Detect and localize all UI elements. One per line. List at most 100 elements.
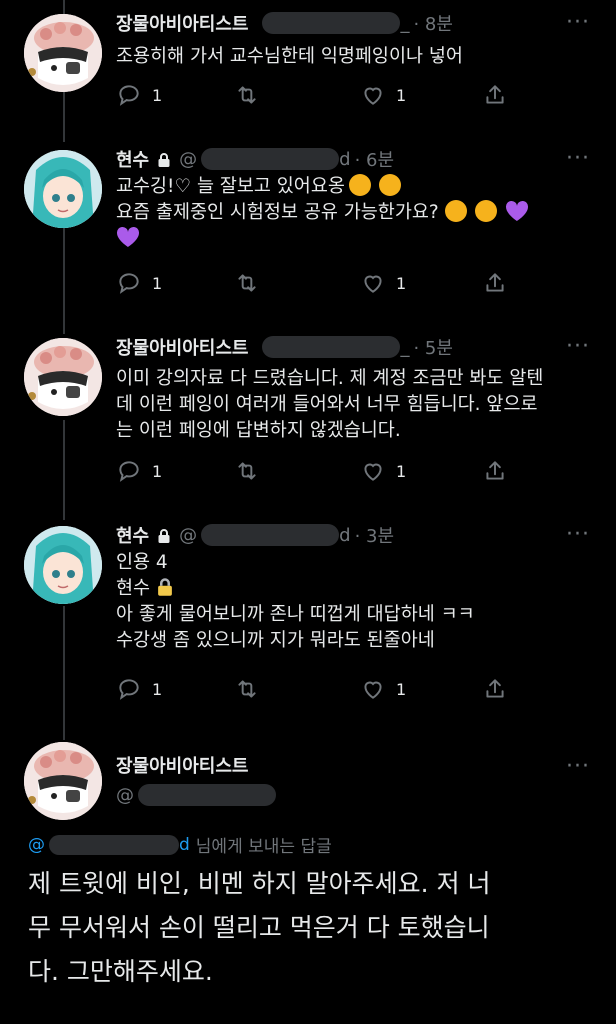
lock-icon xyxy=(158,529,170,543)
like-count: 1 xyxy=(396,679,407,699)
like-button[interactable]: 1 xyxy=(360,458,406,484)
retweet-button[interactable] xyxy=(234,270,260,296)
share-button[interactable] xyxy=(482,458,508,484)
display-name[interactable]: 장물아비아티스트 xyxy=(116,10,248,36)
handle[interactable]: _ xyxy=(256,336,409,358)
text-line: 이미 강의자료 다 드렸습니다. 제 계정 조금만 봐도 알텐 xyxy=(116,368,544,389)
redacted-handle xyxy=(262,336,401,358)
handle-prefix: @ xyxy=(179,148,198,170)
retweet-icon xyxy=(238,462,256,480)
tweet-text: 인용 4 현수 아 좋게 물어보니까 존나 띠껍게 대답하네 ㅋㅋ 수강생 좀 … xyxy=(116,550,592,654)
timestamp[interactable]: · 5분 xyxy=(413,334,452,360)
reply-icon xyxy=(119,85,139,106)
like-button[interactable]: 1 xyxy=(360,270,406,296)
text-line: 현수 xyxy=(116,578,151,599)
display-name[interactable]: 현수 xyxy=(116,146,149,172)
reply-icon xyxy=(119,273,139,294)
handle-tail: d xyxy=(339,148,351,170)
lock-icon xyxy=(158,153,170,167)
reply-count: 1 xyxy=(152,85,163,105)
avatar[interactable] xyxy=(24,338,102,416)
tweet-header: 현수 @ d · 3분 xyxy=(116,522,596,548)
reply-button[interactable]: 1 xyxy=(116,82,162,108)
pleading-emoji-icon xyxy=(444,200,467,222)
retweet-button[interactable] xyxy=(234,82,260,108)
share-button[interactable] xyxy=(482,676,508,702)
retweet-button[interactable] xyxy=(234,676,260,702)
tweet-text: 조용히해 가서 교수님한테 익명페잉이나 넣어 xyxy=(116,44,592,70)
handle[interactable]: @ xyxy=(116,784,276,806)
more-icon[interactable]: ··· xyxy=(566,12,590,34)
action-bar: 1 1 xyxy=(116,458,596,484)
reply-to-line: @ d 님에게 보내는 답글 xyxy=(28,832,332,857)
reply-to-tail[interactable]: d xyxy=(179,835,190,855)
avatar[interactable] xyxy=(24,14,102,92)
handle[interactable]: _ xyxy=(256,12,409,34)
reply-icon xyxy=(119,679,139,700)
timestamp[interactable]: · 6분 xyxy=(355,146,394,172)
tweet-header: 장물아비아티스트 xyxy=(116,752,596,778)
display-name[interactable]: 장물아비아티스트 xyxy=(116,334,248,360)
action-bar: 1 1 xyxy=(116,82,596,108)
avatar[interactable] xyxy=(24,150,102,228)
like-button[interactable]: 1 xyxy=(360,676,406,702)
share-icon xyxy=(486,679,504,698)
purple-heart-icon xyxy=(116,226,140,247)
reply-button[interactable]: 1 xyxy=(116,676,162,702)
reply-to-suffix: 님에게 보내는 답글 xyxy=(195,837,332,857)
reply-count: 1 xyxy=(152,273,163,293)
reply-icon xyxy=(119,461,139,482)
handle-prefix: @ xyxy=(179,524,198,546)
avatar[interactable] xyxy=(24,742,102,820)
avatar[interactable] xyxy=(24,526,102,604)
reply-button[interactable]: 1 xyxy=(116,270,162,296)
redacted-handle xyxy=(201,148,340,170)
pleading-emoji-icon xyxy=(474,200,497,222)
reply-button[interactable]: 1 xyxy=(116,458,162,484)
share-icon xyxy=(486,85,504,104)
tweet-header: 장물아비아티스트 _ · 5분 xyxy=(116,334,596,360)
reply-count: 1 xyxy=(152,461,163,481)
like-button[interactable]: 1 xyxy=(360,82,406,108)
tweet-text: 교수깅!♡ 늘 잘보고 있어요옹 요즘 출제중인 시험정보 공유 가능한가요? xyxy=(116,174,592,252)
text-line: 는 이런 페잉에 답변하지 않겠습니다. xyxy=(116,420,401,441)
handle-tail: d xyxy=(339,524,351,546)
share-icon xyxy=(486,461,504,480)
more-icon[interactable]: ··· xyxy=(566,756,590,778)
more-icon[interactable]: ··· xyxy=(566,336,590,358)
tweet-header: 장물아비아티스트 _ · 8분 xyxy=(116,10,596,36)
share-button[interactable] xyxy=(482,270,508,296)
text-line: 수강생 좀 있으니까 지가 뭐라도 된줄아네 xyxy=(116,630,435,651)
display-name[interactable]: 장물아비아티스트 xyxy=(116,752,248,778)
retweet-button[interactable] xyxy=(234,458,260,484)
redacted-handle xyxy=(49,834,179,855)
more-icon[interactable]: ··· xyxy=(566,524,590,546)
tweet-text: 이미 강의자료 다 드렸습니다. 제 계정 조금만 봐도 알텐 데 이런 페잉이… xyxy=(116,366,592,444)
share-button[interactable] xyxy=(482,82,508,108)
like-icon xyxy=(364,681,382,699)
thread-line xyxy=(63,606,65,740)
retweet-icon xyxy=(238,680,256,698)
blush-emoji-icon xyxy=(348,174,371,196)
text-line: 아 좋게 물어보니까 존나 띠껍게 대답하네 ㅋㅋ xyxy=(116,604,475,625)
redacted-handle xyxy=(262,12,401,34)
timestamp[interactable]: · 8분 xyxy=(413,10,452,36)
retweet-icon xyxy=(238,274,256,292)
text-line: 무 무서워서 손이 떨리고 먹은거 다 토했습니 xyxy=(28,913,490,942)
display-name[interactable]: 현수 xyxy=(116,522,149,548)
redacted-handle xyxy=(138,784,276,806)
handle[interactable]: @ d xyxy=(179,524,351,546)
like-count: 1 xyxy=(396,85,407,105)
more-icon[interactable]: ··· xyxy=(566,148,590,170)
text-line: 요즘 출제중인 시험정보 공유 가능한가요? xyxy=(116,202,439,223)
handle-row: @ xyxy=(116,782,596,808)
thread-line xyxy=(63,420,65,520)
thread-line xyxy=(63,228,65,334)
text-line: 다. 그만해주세요. xyxy=(28,957,213,986)
text-line: 제 트윗에 비인, 비멘 하지 말아주세요. 저 너 xyxy=(28,869,491,898)
handle[interactable]: @ d xyxy=(179,148,351,170)
share-icon xyxy=(486,273,504,292)
timestamp[interactable]: · 3분 xyxy=(355,522,394,548)
reply-to-prefix[interactable]: @ xyxy=(28,835,45,855)
tweet-header: 현수 @ d · 6분 xyxy=(116,146,596,172)
